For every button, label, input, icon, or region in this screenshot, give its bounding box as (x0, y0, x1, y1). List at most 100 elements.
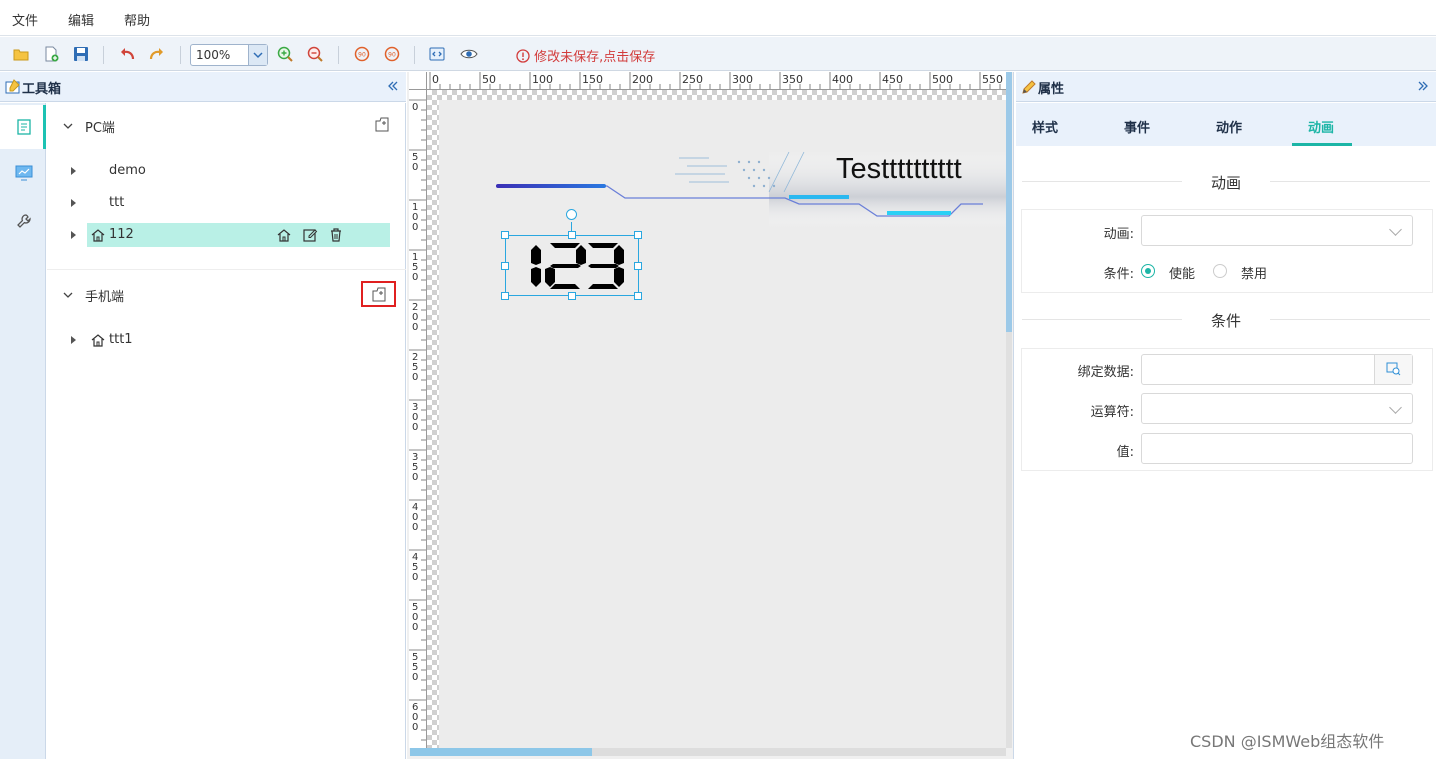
add-page-icon[interactable] (373, 115, 391, 137)
condition-label: 条件: (1103, 267, 1134, 282)
redo-icon[interactable] (148, 45, 166, 63)
save-warning-text: 修改未保存,点击保存 (534, 50, 656, 65)
menu-help[interactable]: 帮助 (124, 10, 150, 29)
tab-style[interactable]: 样式 (1032, 117, 1058, 136)
selection-box[interactable] (501, 209, 642, 300)
tab-animation[interactable]: 动画 (1308, 117, 1334, 136)
save-icon[interactable] (72, 45, 90, 63)
open-folder-icon[interactable] (12, 45, 30, 63)
chevron-down-icon[interactable] (63, 289, 73, 299)
scroll-thumb[interactable] (410, 748, 592, 756)
rotate-right-icon[interactable]: 90 (383, 45, 401, 63)
rotate-left-icon[interactable]: 90 (353, 45, 371, 63)
design-stage[interactable] (439, 100, 1006, 748)
toolbar-divider (338, 46, 339, 64)
save-warning[interactable]: 修改未保存,点击保存 (516, 46, 655, 65)
horizontal-scrollbar[interactable] (410, 748, 1006, 756)
zoom-in-icon[interactable] (276, 45, 294, 63)
radio-disable[interactable] (1213, 264, 1227, 278)
collapse-left-icon[interactable] (386, 79, 400, 97)
ruler-left-label: 450 (412, 552, 418, 583)
expand-triangle-icon[interactable] (71, 231, 76, 239)
home-icon (90, 227, 106, 243)
tab-actions[interactable]: 动作 (1216, 117, 1242, 136)
monitor-icon (15, 165, 33, 181)
page-icon (17, 119, 31, 135)
tree-item-ttt1[interactable]: ttt1 (71, 328, 390, 352)
ruler-top-ticks: 0 50 100 150 200 250 300 350 400 450 500 550 (429, 72, 1003, 89)
tree-item-demo[interactable]: demo (71, 159, 390, 183)
tree-item-112[interactable]: 112 (71, 223, 390, 247)
resize-handle[interactable] (634, 262, 642, 270)
zoom-select[interactable]: 100% (190, 44, 268, 66)
expand-triangle-icon[interactable] (71, 199, 76, 207)
properties-tabs: 样式 事件 动作 动画 (1016, 103, 1436, 146)
tree-item-label: ttt1 (109, 332, 133, 347)
resize-handle[interactable] (568, 231, 576, 239)
undo-icon[interactable] (118, 45, 136, 63)
resize-handle[interactable] (501, 262, 509, 270)
chevron-down-icon[interactable] (63, 120, 73, 130)
vertical-scrollbar[interactable] (1006, 72, 1012, 748)
ruler-left-label: 300 (412, 402, 418, 433)
ruler-top-label: 550 (982, 73, 1003, 86)
resize-handle[interactable] (568, 292, 576, 300)
svg-text:90: 90 (388, 52, 396, 59)
condition-section-title: 条件 (1210, 312, 1241, 330)
ruler-top-label: 50 (482, 73, 496, 86)
value-input[interactable] (1141, 433, 1413, 464)
expand-triangle-icon[interactable] (71, 336, 76, 344)
ruler-left-label: 50 (412, 152, 418, 173)
scroll-thumb[interactable] (1006, 72, 1012, 332)
ruler-top: 0 50 100 150 200 250 300 350 400 450 500 550 (427, 72, 1007, 90)
properties-header: 属性 (1016, 72, 1436, 102)
code-icon[interactable] (428, 45, 446, 63)
toolbox-header: 工具箱 (0, 72, 406, 102)
bind-data-picker-button[interactable] (1374, 355, 1412, 384)
resize-handle[interactable] (634, 292, 642, 300)
new-file-icon[interactable] (42, 45, 60, 63)
chevron-down-icon (248, 45, 267, 65)
tab-events[interactable]: 事件 (1124, 117, 1150, 136)
ruler-top-label: 150 (582, 73, 603, 86)
expand-triangle-icon[interactable] (71, 167, 76, 175)
banner-title-text[interactable]: Testttttttttt (836, 153, 962, 186)
delete-icon[interactable] (328, 227, 344, 243)
radio-disable-label[interactable]: 禁用 (1241, 263, 1267, 282)
resize-handle[interactable] (501, 292, 509, 300)
ruler-left-label: 100 (412, 202, 418, 233)
zoom-out-icon[interactable] (306, 45, 324, 63)
set-home-icon[interactable] (276, 227, 292, 243)
group-pc-title[interactable]: PC端 (85, 117, 115, 136)
edit-icon[interactable] (302, 227, 318, 243)
ruler-left-label: 250 (412, 352, 418, 383)
toolbox-rail (0, 103, 46, 759)
radio-enable-label[interactable]: 使能 (1169, 263, 1195, 282)
toolbar-divider (180, 46, 181, 64)
rotate-handle[interactable] (566, 209, 577, 220)
ruler-left-label: 500 (412, 602, 418, 633)
menu-file[interactable]: 文件 (12, 10, 38, 29)
rail-chart-button[interactable] (0, 151, 46, 195)
bind-data-input[interactable] (1141, 354, 1413, 385)
canvas-checker-left (427, 100, 439, 748)
rail-page-button[interactable] (0, 105, 46, 149)
add-page-icon (372, 287, 386, 302)
collapse-right-icon[interactable] (1416, 79, 1430, 97)
ruler-left-label: 600 (412, 702, 418, 733)
radio-enable[interactable] (1141, 264, 1155, 278)
tree-item-ttt[interactable]: ttt (71, 191, 390, 215)
menu-edit[interactable]: 编辑 (68, 10, 94, 29)
toolbar-divider (414, 46, 415, 64)
group-mobile-title[interactable]: 手机端 (85, 286, 124, 305)
menu-bar: 文件 编辑 帮助 (0, 0, 1436, 36)
rail-tools-button[interactable] (0, 199, 46, 243)
ruler-left-label: 150 (412, 252, 418, 283)
operator-select[interactable] (1141, 393, 1413, 424)
resize-handle[interactable] (501, 231, 509, 239)
add-mobile-page-button[interactable] (361, 281, 396, 307)
animation-select[interactable] (1141, 215, 1413, 246)
resize-handle[interactable] (634, 231, 642, 239)
ruler-top-label: 350 (782, 73, 803, 86)
preview-eye-icon[interactable] (460, 45, 478, 63)
